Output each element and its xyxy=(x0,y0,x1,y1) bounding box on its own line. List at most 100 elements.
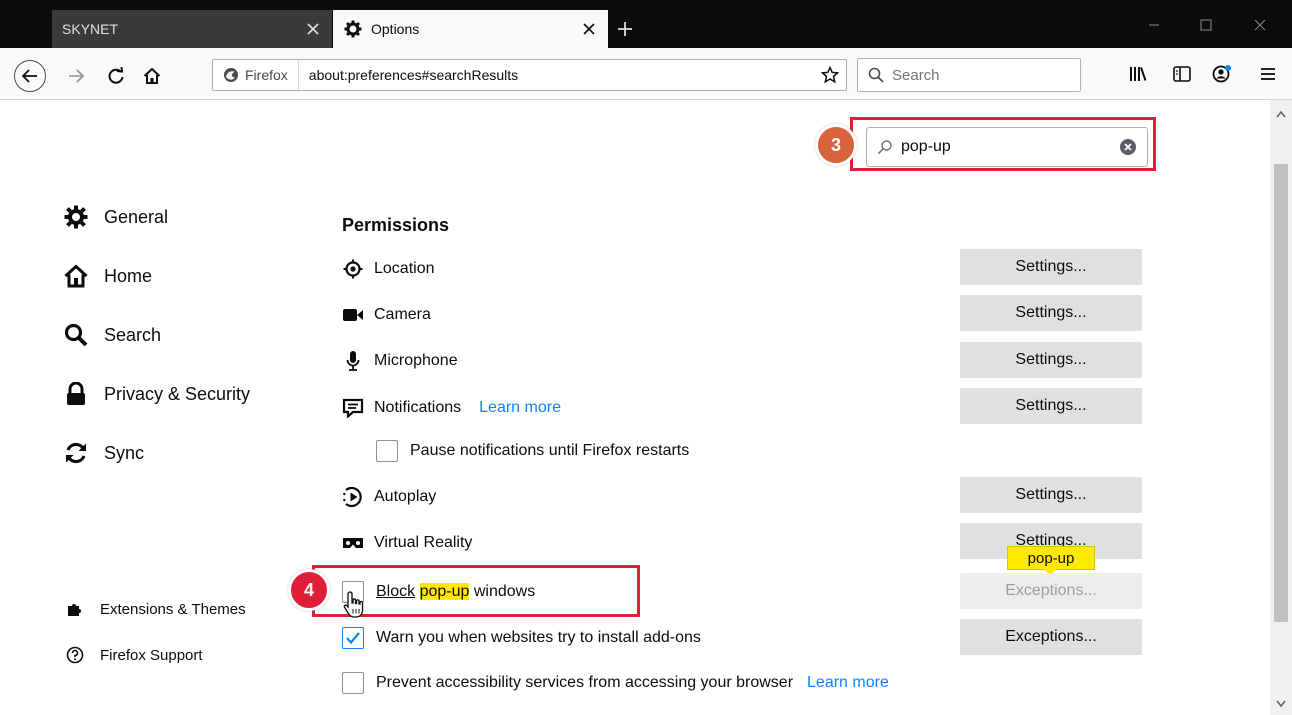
tab-options[interactable]: Options xyxy=(333,10,608,48)
sidebar-item-label: Home xyxy=(104,265,153,286)
prevent-accessibility-row[interactable]: Prevent accessibility services from acce… xyxy=(342,672,889,694)
notifications-icon xyxy=(340,395,366,421)
sidebar-item-search[interactable]: Search xyxy=(62,321,161,349)
firefox-support-link[interactable]: Firefox Support xyxy=(66,646,203,664)
forward-button[interactable] xyxy=(60,60,92,92)
permission-row-notifications: Notifications Learn more xyxy=(340,395,561,421)
forward-arrow-icon xyxy=(69,69,84,83)
account-icon xyxy=(1212,65,1231,83)
identity-label: Firefox xyxy=(245,67,288,83)
prevent-accessibility-checkbox[interactable] xyxy=(342,672,364,694)
library-icon xyxy=(1130,67,1147,81)
permission-label: Notifications xyxy=(374,399,462,416)
extensions-themes-link[interactable]: Extensions & Themes xyxy=(66,600,246,618)
step-number: 3 xyxy=(830,134,841,155)
reload-button[interactable] xyxy=(100,60,132,92)
firefox-icon xyxy=(224,68,238,82)
permission-row-virtual-reality: Virtual Reality xyxy=(340,530,472,556)
tab-title: SKYNET xyxy=(62,21,119,37)
minimize-button[interactable] xyxy=(1134,10,1174,40)
camera-icon xyxy=(340,302,366,328)
url-text[interactable]: about:preferences#searchResults xyxy=(299,67,814,83)
location-icon xyxy=(340,256,366,282)
camera-settings-button[interactable]: Settings... xyxy=(960,295,1142,331)
close-icon[interactable] xyxy=(580,20,598,38)
maximize-button[interactable] xyxy=(1186,10,1226,40)
permission-row-location: Location xyxy=(340,256,435,282)
prevent-accessibility-label: Prevent accessibility services from acce… xyxy=(376,674,794,691)
toolbar-search-input[interactable]: Search xyxy=(857,58,1081,92)
notifications-settings-button[interactable]: Settings... xyxy=(960,388,1142,424)
bookmark-star-button[interactable] xyxy=(814,60,846,90)
permissions-heading: Permissions xyxy=(342,215,450,235)
close-icon xyxy=(1254,19,1266,31)
help-icon xyxy=(66,646,84,664)
pause-notifications-checkbox[interactable] xyxy=(376,440,398,462)
account-button[interactable] xyxy=(1206,58,1238,90)
step-badge-3: 3 xyxy=(815,124,857,166)
window-close-button[interactable] xyxy=(1240,10,1280,40)
reload-icon xyxy=(108,67,124,84)
notifications-learn-more-link[interactable]: Learn more xyxy=(479,399,561,417)
lock-icon xyxy=(62,380,90,408)
annotation-highlight-search xyxy=(850,117,1156,171)
maximize-icon xyxy=(1200,19,1212,31)
home-icon xyxy=(143,67,161,84)
sidebar-item-privacy-security[interactable]: Privacy & Security xyxy=(62,380,250,408)
microphone-settings-button[interactable]: Settings... xyxy=(960,342,1142,378)
gear-icon xyxy=(62,203,90,231)
footer-link-label: Extensions & Themes xyxy=(100,600,246,618)
step-number: 4 xyxy=(303,579,314,600)
permission-row-camera: Camera xyxy=(340,302,431,328)
sidebar-icon xyxy=(1173,66,1191,82)
tab-skynet[interactable]: SKYNET xyxy=(52,10,332,48)
permission-row-microphone: Microphone xyxy=(340,348,458,374)
search-placeholder: Search xyxy=(892,66,940,84)
permission-label: Camera xyxy=(374,306,431,323)
footer-link-label: Firefox Support xyxy=(100,646,203,664)
star-icon xyxy=(821,66,839,84)
back-arrow-icon xyxy=(22,69,37,83)
permission-label: Autoplay xyxy=(374,488,437,505)
scroll-up-icon[interactable] xyxy=(1274,106,1288,122)
permission-label: Virtual Reality xyxy=(374,534,473,551)
sidebar-item-label: Search xyxy=(104,324,162,345)
autoplay-icon xyxy=(340,484,366,510)
location-settings-button[interactable]: Settings... xyxy=(960,249,1142,285)
home-button[interactable] xyxy=(136,60,168,92)
sidebar-item-home[interactable]: Home xyxy=(62,262,152,290)
search-icon xyxy=(62,321,90,349)
warn-addons-checkbox[interactable] xyxy=(342,627,364,649)
new-tab-button[interactable] xyxy=(610,14,640,44)
identity-box[interactable]: Firefox xyxy=(213,60,299,90)
vr-icon xyxy=(340,530,366,556)
sidebar-item-sync[interactable]: Sync xyxy=(62,439,144,467)
pause-notifications-row[interactable]: Pause notifications until Firefox restar… xyxy=(376,440,689,462)
hand-cursor-icon xyxy=(343,591,364,618)
library-button[interactable] xyxy=(1122,58,1154,90)
gear-icon xyxy=(343,19,363,39)
warn-addons-row[interactable]: Warn you when websites try to install ad… xyxy=(342,627,701,649)
sidebar-item-label: General xyxy=(104,206,169,227)
close-icon[interactable] xyxy=(304,20,322,38)
sidebar-button[interactable] xyxy=(1166,58,1198,90)
permission-label: Location xyxy=(374,260,435,277)
addons-exceptions-button[interactable]: Exceptions... xyxy=(960,619,1142,655)
autoplay-settings-button[interactable]: Settings... xyxy=(960,477,1142,513)
hamburger-icon xyxy=(1261,68,1275,80)
accessibility-learn-more-link[interactable]: Learn more xyxy=(807,674,889,692)
scrollbar[interactable] xyxy=(1270,100,1292,715)
popup-exceptions-button[interactable]: Exceptions... xyxy=(960,573,1142,609)
step-badge-4: 4 xyxy=(288,569,330,611)
scroll-down-icon[interactable] xyxy=(1274,696,1288,712)
sidebar-item-general[interactable]: General xyxy=(62,203,168,231)
tab-title: Options xyxy=(371,21,420,37)
menu-button[interactable] xyxy=(1252,58,1284,90)
url-bar[interactable]: Firefox about:preferences#searchResults xyxy=(212,59,847,91)
back-button[interactable] xyxy=(14,60,46,92)
puzzle-icon xyxy=(66,600,84,618)
plus-icon xyxy=(618,22,632,36)
search-icon xyxy=(868,67,884,83)
home-icon xyxy=(62,262,90,290)
scroll-thumb[interactable] xyxy=(1274,164,1288,622)
